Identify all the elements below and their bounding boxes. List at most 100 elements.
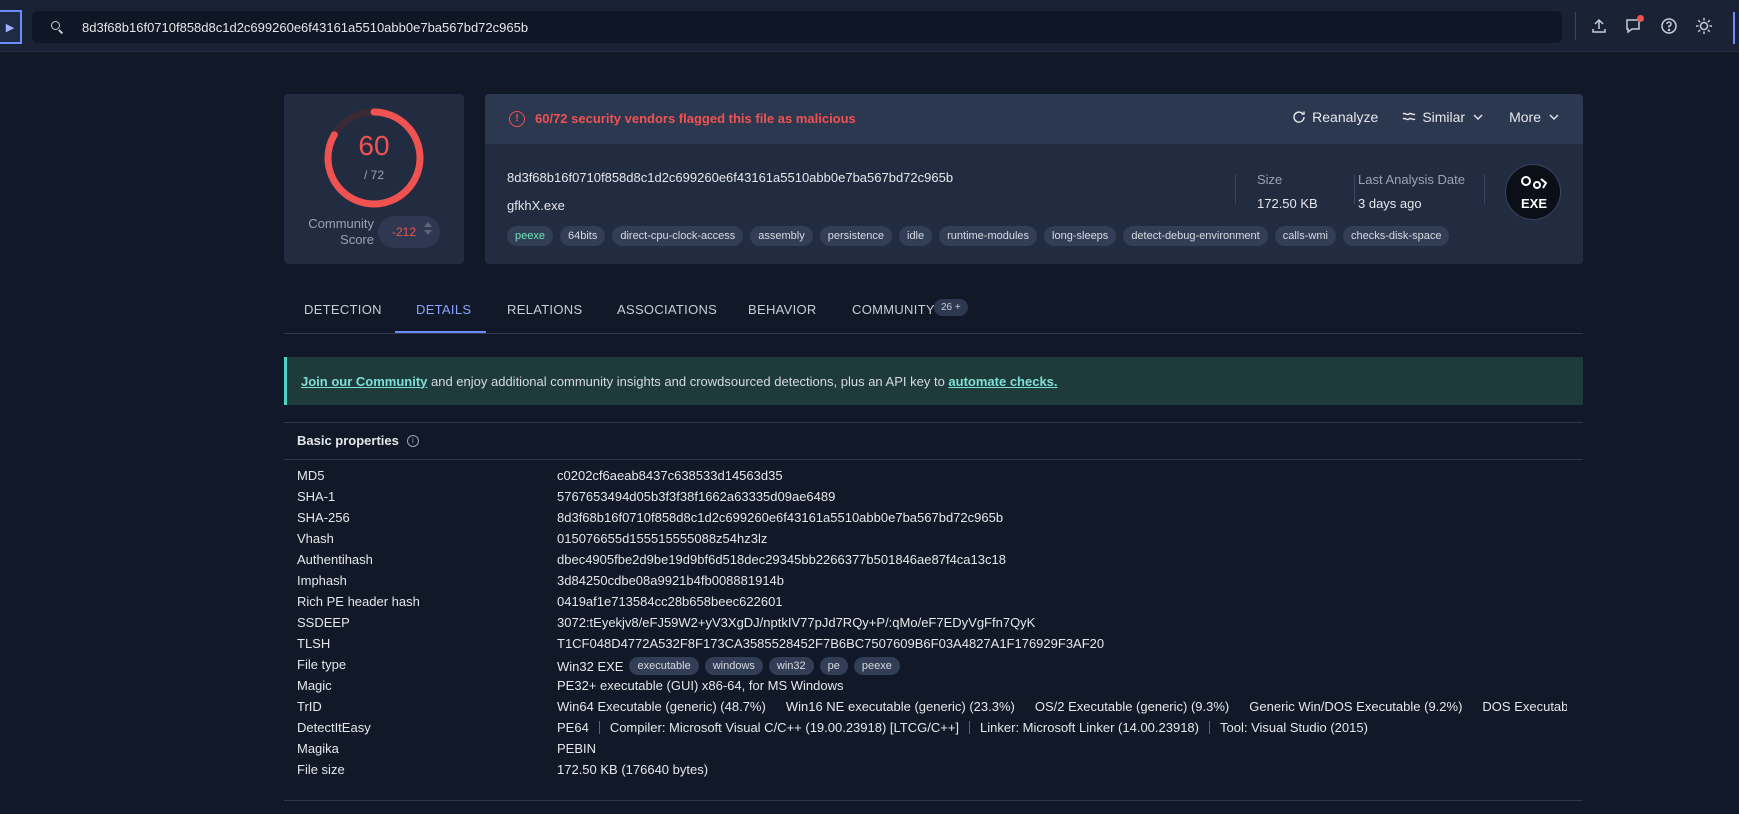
tab-associations[interactable]: ASSOCIATIONS: [617, 302, 717, 317]
chevron-down-icon: [1473, 114, 1483, 120]
tab-details[interactable]: DETAILS: [416, 302, 471, 317]
alert-text: 60/72 security vendors flagged this file…: [535, 111, 856, 126]
file-type-tag[interactable]: win32: [768, 657, 814, 675]
property-value[interactable]: 3072:tEyekjv8/eFJ59W2+yV3XgDJ/nptkIV77pJ…: [557, 615, 1035, 630]
property-key: Authentihash: [297, 552, 373, 567]
file-tag[interactable]: calls-wmi: [1274, 226, 1336, 246]
section-divider: [284, 800, 1583, 801]
file-tag[interactable]: detect-debug-environment: [1123, 226, 1268, 246]
tab-detection[interactable]: DETECTION: [304, 302, 382, 317]
file-tag[interactable]: checks-disk-space: [1342, 226, 1450, 246]
automate-checks-link[interactable]: automate checks.: [948, 374, 1057, 389]
list-value: DOS Executable…: [1482, 699, 1567, 714]
community-score-label: Community Score: [308, 216, 374, 247]
search-icon: [50, 20, 64, 34]
file-tag[interactable]: direct-cpu-clock-access: [612, 226, 744, 246]
join-community-link[interactable]: Join our Community: [301, 374, 427, 389]
property-row: Magic PE32+ executable (GUI) x86-64, for …: [297, 676, 1583, 697]
community-banner: Join our Community and enjoy additional …: [284, 357, 1583, 405]
section-divider: [284, 422, 1583, 423]
property-value: PE64 Compiler: Microsoft Visual C/C++ (19…: [557, 720, 1368, 735]
file-tag[interactable]: assembly: [750, 226, 813, 246]
active-tab-indicator: [395, 331, 486, 333]
property-value[interactable]: 5767653494d05b3f3f38f1662a63335d09ae6489: [557, 489, 835, 504]
similar-button[interactable]: Similar: [1402, 109, 1485, 125]
property-value[interactable]: 015076655d155515555088z54hz3lz: [557, 531, 767, 546]
menu-toggle-button[interactable]: ▶: [0, 10, 22, 44]
property-key: SSDEEP: [297, 615, 350, 630]
tab-community[interactable]: COMMUNITY: [852, 302, 935, 317]
size-meta: Size 172.50 KB: [1257, 172, 1318, 211]
property-row: MD5 c0202cf6aeab8437c638533d14563d35: [297, 466, 1583, 487]
list-value: PE64: [557, 720, 589, 735]
notification-dot: [1637, 15, 1644, 22]
gears-icon: [1521, 176, 1548, 189]
theme-icon[interactable]: [1693, 14, 1715, 38]
meta-divider: [1235, 174, 1236, 204]
property-key: SHA-1: [297, 489, 336, 504]
malicious-alert-bar: ! 60/72 security vendors flagged this fi…: [485, 94, 1583, 144]
reanalyze-button[interactable]: Reanalyze: [1292, 109, 1378, 125]
toolbar-divider: [1575, 12, 1576, 40]
property-key: Rich PE header hash: [297, 594, 420, 609]
info-icon[interactable]: i: [406, 434, 419, 447]
upload-icon[interactable]: [1588, 14, 1610, 38]
search-input[interactable]: [82, 19, 1532, 35]
file-tag[interactable]: idle: [899, 226, 933, 246]
property-value[interactable]: 3d84250cdbe08a9921b4fb008881914b: [557, 573, 784, 588]
refresh-icon: [1293, 111, 1305, 123]
property-value[interactable]: 8d3f68b16f0710f858d8c1d2c699260e6f43161a…: [557, 510, 1003, 525]
file-type-tag[interactable]: peexe: [853, 657, 900, 675]
tab-behavior[interactable]: BEHAVIOR: [748, 302, 817, 317]
list-value: Win64 Executable (generic) (48.7%): [557, 699, 766, 714]
property-value: 172.50 KB (176640 bytes): [557, 762, 709, 777]
more-button[interactable]: More: [1509, 109, 1561, 125]
search-bar[interactable]: [32, 11, 1562, 43]
property-value[interactable]: T1CF048D4772A532F8F173CA3585528452F7B6BC…: [557, 636, 1104, 651]
property-value: Win32 EXE executable windows win32 pe peexe: [557, 657, 900, 675]
file-tag[interactable]: 64bits: [559, 226, 606, 246]
property-key: MD5: [297, 468, 325, 483]
file-type-tag[interactable]: executable: [629, 657, 699, 675]
detection-count: 60: [358, 130, 390, 161]
list-value: Linker: Microsoft Linker (14.00.23918): [980, 720, 1199, 735]
property-row: Authentihash dbec4905fbe2d9be19d9bf6d518d…: [297, 550, 1583, 571]
community-score-value: -212: [392, 225, 417, 239]
property-row: Imphash 3d84250cdbe08a9921b4fb008881914b: [297, 571, 1583, 592]
file-tag[interactable]: peexe: [507, 226, 553, 246]
file-type-value: Win32 EXE: [557, 658, 624, 674]
property-value: Win64 Executable (generic) (48.7%) Win16 …: [557, 699, 1567, 714]
property-key: File type: [297, 657, 347, 672]
file-type-icon: EXE: [1505, 164, 1561, 220]
file-tag[interactable]: persistence: [819, 226, 892, 246]
property-row: SSDEEP 3072:tEyekjv8/eFJ59W2+yV3XgDJ/nptk…: [297, 613, 1583, 634]
file-tag[interactable]: runtime-modules: [939, 226, 1038, 246]
property-row: TLSH T1CF048D4772A532F8F173CA3585528452F7…: [297, 634, 1583, 655]
top-bar: ▶: [0, 0, 1739, 52]
property-row: Vhash 015076655d155515555088z54hz3lz: [297, 529, 1583, 550]
property-value[interactable]: 0419af1e713584cc28b658beec622601: [557, 594, 783, 609]
property-key: Magika: [297, 741, 339, 756]
property-value[interactable]: dbec4905fbe2d9be19d9bf6d518dec29345bb226…: [557, 552, 1006, 567]
property-value: PEBIN: [557, 741, 597, 756]
chat-icon[interactable]: [1623, 14, 1645, 38]
value-separator: [969, 721, 971, 734]
last-analysis-value: 3 days ago: [1358, 196, 1422, 211]
property-value[interactable]: c0202cf6aeab8437c638533d14563d35: [557, 468, 783, 483]
community-score-pill[interactable]: -212: [378, 216, 440, 248]
last-analysis-label: Last Analysis Date: [1358, 172, 1465, 187]
size-label: Size: [1257, 172, 1283, 187]
file-tags: peexe 64bits direct-cpu-clock-access assemb…: [507, 226, 1450, 246]
file-type-tag[interactable]: windows: [704, 657, 763, 675]
tab-relations[interactable]: RELATIONS: [507, 302, 582, 317]
list-value: Generic Win/DOS Executable (9.2%): [1249, 699, 1463, 714]
property-row: SHA-1 5767653494d05b3f3f38f1662a63335d09a…: [297, 487, 1583, 508]
vote-arrows-icon[interactable]: [424, 222, 432, 235]
last-analysis-meta: Last Analysis Date 3 days ago: [1358, 172, 1465, 211]
file-tag[interactable]: long-sleeps: [1044, 226, 1117, 246]
file-type-tag[interactable]: pe: [819, 657, 848, 675]
side-panel-toggle[interactable]: [1733, 12, 1739, 44]
file-info-card: ! 60/72 security vendors flagged this fi…: [485, 94, 1583, 264]
help-icon[interactable]: [1658, 14, 1680, 38]
file-hash[interactable]: 8d3f68b16f0710f858d8c1d2c699260e6f43161a…: [507, 170, 953, 185]
